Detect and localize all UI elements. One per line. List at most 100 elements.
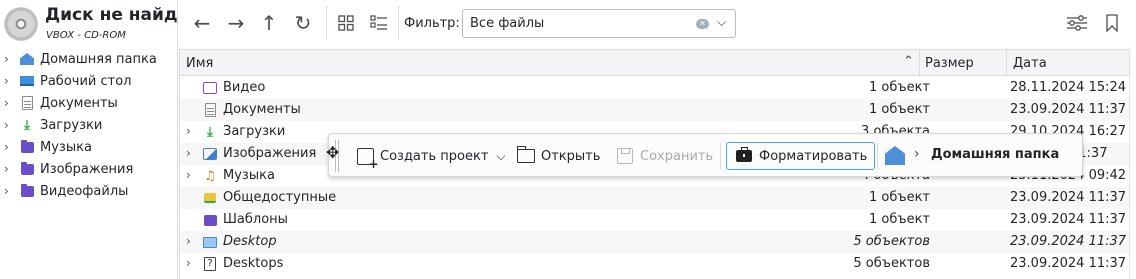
sidebar-item-label: Документы (40, 95, 118, 111)
sidebar-item-label: Рабочий стол (40, 73, 132, 89)
expand-arrow-icon[interactable]: › (186, 146, 191, 160)
expand-arrow-icon[interactable]: › (0, 184, 18, 198)
column-divider[interactable] (919, 50, 920, 77)
format-label: Форматировать (759, 148, 868, 164)
desktop-icon (18, 73, 36, 89)
file-date: 23.09.2024 11:37 (1010, 256, 1127, 271)
folder-open-icon (516, 146, 536, 165)
file-date: 23.09.2024 11:37 (1010, 102, 1127, 117)
save-label: Сохранить (640, 148, 714, 164)
places-tree: › Домашняя папка › Рабочий стол › Докуме… (0, 48, 178, 202)
sidebar-item-documents[interactable]: › Документы (0, 92, 178, 114)
back-button[interactable]: ← (189, 10, 215, 36)
file-name: Общедоступные (223, 190, 337, 205)
new-project-icon (355, 147, 379, 171)
file-date: 23.09.2024 11:37 (1010, 234, 1127, 249)
file-name: Desktop (223, 234, 277, 249)
column-header-name[interactable]: Имя (186, 56, 213, 71)
chevron-down-icon[interactable]: ⌵ (717, 15, 726, 30)
file-date: 23.09.2024 11:37 (1010, 212, 1127, 227)
vertical-scrollbar[interactable] (1129, 47, 1136, 279)
sidebar-item-label: Музыка (40, 139, 92, 155)
new-project-button[interactable]: Создать проект ⌵ (355, 142, 506, 171)
music-icon: ♫ (204, 168, 216, 184)
chevron-down-icon[interactable]: ⌵ (496, 149, 505, 164)
expand-arrow-icon[interactable]: › (186, 124, 191, 138)
expand-arrow-icon[interactable]: › (186, 234, 191, 248)
clear-icon[interactable]: ✕ (696, 19, 709, 29)
disk-header[interactable]: Диск не найден VBOX - CD-ROM (4, 5, 178, 43)
expand-arrow-icon[interactable]: › (0, 140, 18, 154)
folder-icon (18, 183, 36, 199)
expand-arrow-icon[interactable]: › (186, 168, 191, 182)
file-size: 1 объект (869, 190, 930, 205)
up-button[interactable]: ↑ (256, 10, 282, 36)
templates-folder-icon (202, 212, 218, 228)
open-button[interactable]: Открыть (516, 142, 600, 170)
file-name: Загрузки (223, 124, 286, 139)
table-header: Имя ⌃ Размер Дата (180, 49, 1130, 77)
sort-ascending-icon: ⌃ (903, 54, 914, 69)
format-button[interactable]: Форматировать (726, 142, 876, 170)
download-icon: ⤓ (207, 124, 213, 140)
popup-divider (877, 143, 878, 169)
table-row[interactable]: Шаблоны 1 объект 23.09.2024 11:37 (180, 209, 1130, 231)
file-size: 1 объект (869, 212, 930, 227)
desktop-folder-icon (202, 234, 218, 250)
column-divider[interactable] (1006, 50, 1007, 77)
move-icon[interactable]: ✥ (326, 143, 339, 162)
table-row[interactable]: › ? Desktops 5 объектов 23.09.2024 11:37 (180, 253, 1130, 275)
toolbar-divider (398, 6, 399, 40)
sidebar-item-home[interactable]: › Домашняя папка (0, 48, 178, 70)
toolbar: ← → ↑ ↻ Фильтр: Все файлы ✕ ⌵ (179, 0, 1136, 47)
sidebar-item-label: Видеофайлы (40, 183, 129, 199)
video-icon (202, 80, 218, 96)
file-name: Видео (223, 80, 266, 95)
expand-arrow-icon[interactable]: › (186, 256, 191, 270)
expand-arrow-icon[interactable]: › (0, 162, 18, 176)
expand-arrow-icon[interactable]: › (0, 52, 18, 66)
column-header-size[interactable]: Размер (925, 56, 974, 71)
sidebar-item-videos[interactable]: › Видеофайлы (0, 180, 178, 202)
icon-view-button[interactable] (333, 10, 359, 36)
file-name: Музыка (223, 168, 275, 183)
table-row[interactable]: Документы 1 объект 23.09.2024 11:37 (180, 99, 1130, 121)
expand-arrow-icon[interactable]: › (0, 74, 18, 88)
places-panel: Диск не найден VBOX - CD-ROM › Домашняя … (0, 0, 178, 279)
table-row[interactable]: Видео 1 объект 28.11.2024 15:24 (180, 77, 1130, 99)
arrow-left-icon: ← (193, 11, 211, 35)
breadcrumb-home[interactable]: Домашняя папка (931, 147, 1059, 162)
optical-disc-icon (4, 7, 38, 41)
home-folder-icon[interactable] (885, 146, 905, 165)
bookmark-icon (1106, 14, 1118, 32)
sidebar-item-desktop[interactable]: › Рабочий стол (0, 70, 178, 92)
details-view-button[interactable] (366, 10, 392, 36)
sidebar-item-downloads[interactable]: › ⤓ Загрузки (0, 114, 178, 136)
filter-combobox[interactable]: Все файлы ✕ ⌵ (462, 9, 736, 38)
image-icon (202, 146, 218, 162)
chevron-right-icon[interactable]: › (914, 146, 920, 162)
public-folder-icon (202, 190, 218, 206)
sidebar-item-label: Загрузки (40, 117, 103, 133)
save-button[interactable]: Сохранить (615, 142, 713, 170)
sidebar-item-label: Изображения (40, 161, 134, 177)
settings-button[interactable] (1064, 10, 1090, 36)
folder-icon (18, 161, 36, 177)
document-icon (18, 95, 36, 111)
filter-value: Все файлы (470, 16, 545, 31)
expand-arrow-icon[interactable]: › (0, 96, 18, 110)
bookmark-button[interactable] (1099, 10, 1125, 36)
open-label: Открыть (541, 148, 601, 164)
table-row[interactable]: Общедоступные 1 объект 23.09.2024 11:37 (180, 187, 1130, 209)
file-date: 28.11.2024 15:24 (1010, 80, 1127, 95)
download-icon: ⤓ (24, 117, 30, 133)
sidebar-item-music[interactable]: › Музыка (0, 136, 178, 158)
list-view-icon (370, 15, 387, 30)
table-row[interactable]: › Desktop 5 объектов 23.09.2024 11:37 (180, 231, 1130, 253)
forward-button[interactable]: → (223, 10, 249, 36)
sidebar-item-images[interactable]: › Изображения (0, 158, 178, 180)
reload-button[interactable]: ↻ (290, 10, 316, 36)
expand-arrow-icon[interactable]: › (0, 118, 18, 132)
disk-subtitle: VBOX - CD-ROM (46, 30, 126, 41)
column-header-date[interactable]: Дата (1013, 56, 1047, 71)
